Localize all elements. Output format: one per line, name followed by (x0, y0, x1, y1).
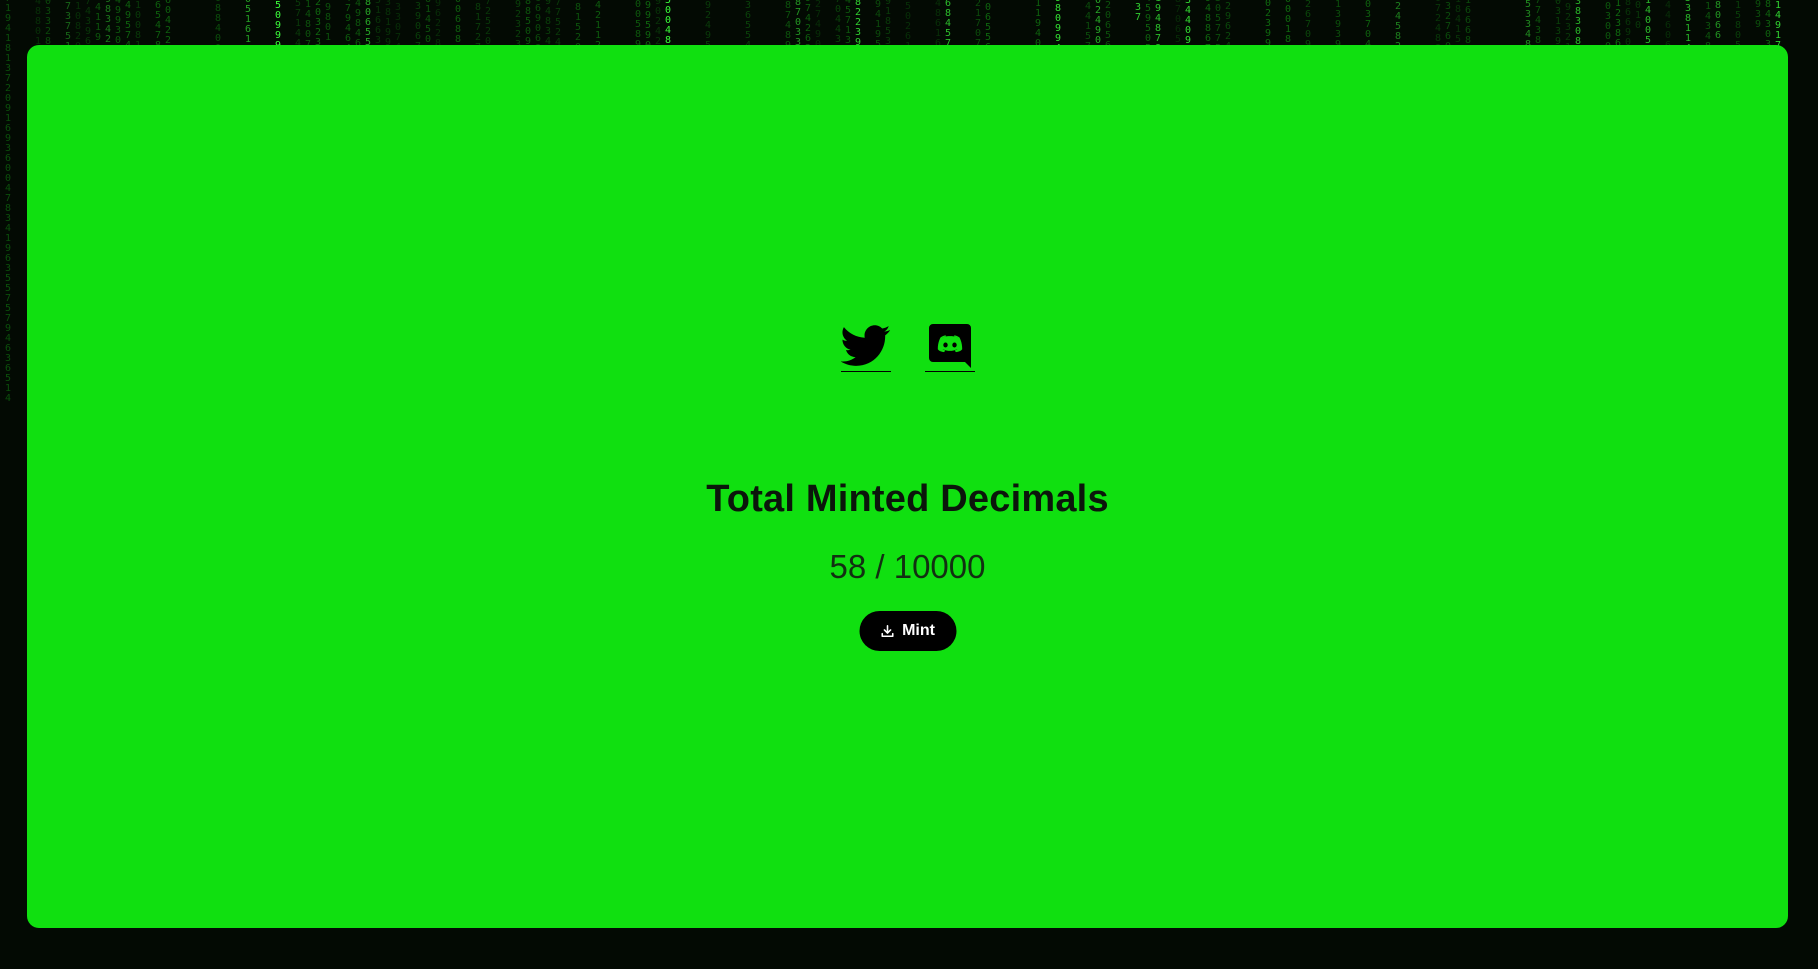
twitter-link[interactable] (840, 320, 891, 372)
rain-column: 2 5 0 9 1 2 9 3 1 4 6 2 9 4 9 8 0 6 6 (1714, 0, 1722, 41)
rain-column: 7 5 0 7 7 7 3 7 9 9 8 1 1 6 8 1 4 3 4 6 … (4, 0, 12, 404)
rain-column: 8 1 9 3 8 1 9 9 (384, 0, 392, 48)
total-minted-title: Total Minted Decimals (706, 478, 1109, 520)
rain-column: 1 1 0 1 2 4 2 0 6 1 0 1 0 (1634, 0, 1642, 31)
social-links (27, 320, 1788, 372)
discord-icon (925, 320, 975, 370)
mint-button[interactable]: Mint (859, 611, 956, 651)
discord-link[interactable] (924, 320, 975, 372)
minted-count: 58 / 10000 (829, 548, 986, 585)
rain-column: 9 0 3 7 4 8 8 9 9 5 9 0 (644, 0, 652, 51)
main-panel: Total Minted Decimals 58 / 10000 Mint (27, 45, 1788, 928)
rain-column: 9 3 8 1 3 8 1 0 1 6 9 9 8 4 9 2 9 3 2 8 … (94, 0, 102, 43)
download-icon (880, 624, 894, 638)
panel-content: Total Minted Decimals 58 / 10000 Mint (27, 45, 1788, 928)
mint-button-label: Mint (902, 622, 935, 639)
rain-column: 9 0 7 8 9 2 2 1 4 5 1 9 2 3 0 6 0 2 3 7 (1134, 0, 1142, 23)
rain-column: 0 9 5 7 5 1 9 1 8 0 1 1 4 9 2 6 9 8 9 6 … (1754, 0, 1762, 30)
rain-column: 3 0 3 5 3 0 0 2 0 4 9 8 0 1 (324, 0, 332, 43)
twitter-bird-icon (840, 320, 891, 370)
